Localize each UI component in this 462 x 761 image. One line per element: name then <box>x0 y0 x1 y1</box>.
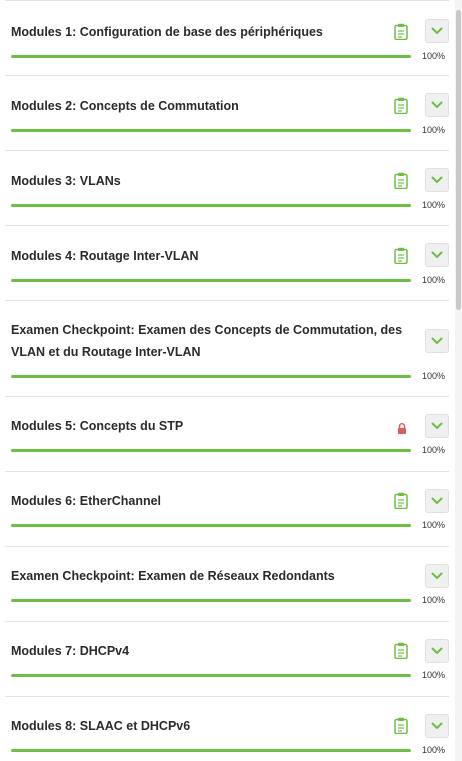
progress-fill <box>11 449 411 452</box>
chevron-down-icon <box>431 101 443 108</box>
module-item: Modules 8: SLAAC et DHCPv6 100% <box>5 697 449 761</box>
progress-fill <box>11 279 411 282</box>
expand-button[interactable] <box>425 329 449 353</box>
progress-fill <box>11 524 411 527</box>
module-item: Examen Checkpoint: Examen de Réseaux Red… <box>5 547 449 622</box>
module-item: Modules 6: EtherChannel 100% <box>5 472 449 547</box>
module-title: Modules 5: Concepts du STP <box>11 419 184 433</box>
module-item: Modules 4: Routage Inter-VLAN 100% <box>5 226 449 301</box>
module-title: Modules 1: Configuration de base des pér… <box>11 25 323 39</box>
progress-percent: 100% <box>422 595 446 605</box>
progress-percent: 100% <box>422 125 446 135</box>
progress-bar <box>11 449 411 452</box>
chevron-down-icon <box>431 722 443 729</box>
clipboard-icon[interactable] <box>394 642 408 660</box>
chevron-down-icon <box>431 647 443 654</box>
progress-bar <box>11 524 411 527</box>
module-list: Modules 1: Configuration de base des pér… <box>5 0 449 761</box>
expand-button[interactable] <box>425 714 449 738</box>
scrollbar-thumb[interactable] <box>456 10 461 310</box>
clipboard-icon[interactable] <box>394 97 408 115</box>
progress-fill <box>11 55 411 58</box>
chevron-down-icon <box>431 251 443 258</box>
module-item: Modules 2: Concepts de Commutation 100% <box>5 76 449 151</box>
chevron-down-icon <box>431 572 443 579</box>
progress-percent: 100% <box>422 745 446 755</box>
chevron-down-icon <box>431 176 443 183</box>
module-item: Modules 5: Concepts du STP 100% <box>5 397 449 472</box>
progress-percent: 100% <box>422 371 446 381</box>
progress-bar <box>11 55 411 58</box>
expand-button[interactable] <box>425 168 449 192</box>
progress-fill <box>11 749 411 752</box>
progress-fill <box>11 204 411 207</box>
module-title: Modules 8: SLAAC et DHCPv6 <box>11 719 191 733</box>
clipboard-icon[interactable] <box>394 492 408 510</box>
module-title: Modules 6: EtherChannel <box>11 494 162 508</box>
module-title: Examen Checkpoint: Examen de Réseaux Red… <box>11 569 335 583</box>
module-title-line: VLAN et du Routage Inter-VLAN <box>11 345 201 359</box>
progress-bar <box>11 674 411 677</box>
expand-button[interactable] <box>425 564 449 588</box>
clipboard-icon[interactable] <box>394 23 408 41</box>
progress-fill <box>11 129 411 132</box>
chevron-down-icon <box>431 497 443 504</box>
clipboard-icon[interactable] <box>394 172 408 190</box>
progress-percent: 100% <box>422 520 446 530</box>
progress-fill <box>11 375 411 378</box>
progress-percent: 100% <box>422 275 446 285</box>
lock-icon <box>397 421 407 434</box>
module-title-line: Examen Checkpoint: Examen des Concepts d… <box>11 323 403 337</box>
module-title: Examen Checkpoint: Examen des Concepts d… <box>11 319 406 363</box>
progress-bar <box>11 279 411 282</box>
module-item: Examen Checkpoint: Examen des Concepts d… <box>5 301 449 397</box>
module-title: Modules 2: Concepts de Commutation <box>11 99 239 113</box>
progress-fill <box>11 599 411 602</box>
progress-bar <box>11 204 411 207</box>
expand-button[interactable] <box>425 414 449 438</box>
expand-button[interactable] <box>425 639 449 663</box>
progress-percent: 100% <box>422 200 446 210</box>
module-title: Modules 7: DHCPv4 <box>11 644 130 658</box>
module-item: Modules 3: VLANs 100% <box>5 151 449 226</box>
progress-bar <box>11 129 411 132</box>
chevron-down-icon <box>431 27 443 34</box>
module-title: Modules 4: Routage Inter-VLAN <box>11 249 199 263</box>
scrollbar[interactable] <box>455 0 462 761</box>
progress-percent: 100% <box>422 670 446 680</box>
module-item: Modules 7: DHCPv4 100% <box>5 622 449 697</box>
chevron-down-icon <box>431 422 443 429</box>
progress-bar <box>11 599 411 602</box>
clipboard-icon[interactable] <box>394 247 408 265</box>
chevron-down-icon <box>431 337 443 344</box>
module-item: Modules 1: Configuration de base des pér… <box>5 0 449 76</box>
progress-bar <box>11 375 411 378</box>
progress-fill <box>11 674 411 677</box>
expand-button[interactable] <box>425 93 449 117</box>
expand-button[interactable] <box>425 243 449 267</box>
progress-percent: 100% <box>422 51 446 61</box>
progress-percent: 100% <box>422 445 446 455</box>
module-title: Modules 3: VLANs <box>11 174 121 188</box>
clipboard-icon[interactable] <box>394 717 408 735</box>
progress-bar <box>11 749 411 752</box>
expand-button[interactable] <box>425 19 449 43</box>
expand-button[interactable] <box>425 489 449 513</box>
